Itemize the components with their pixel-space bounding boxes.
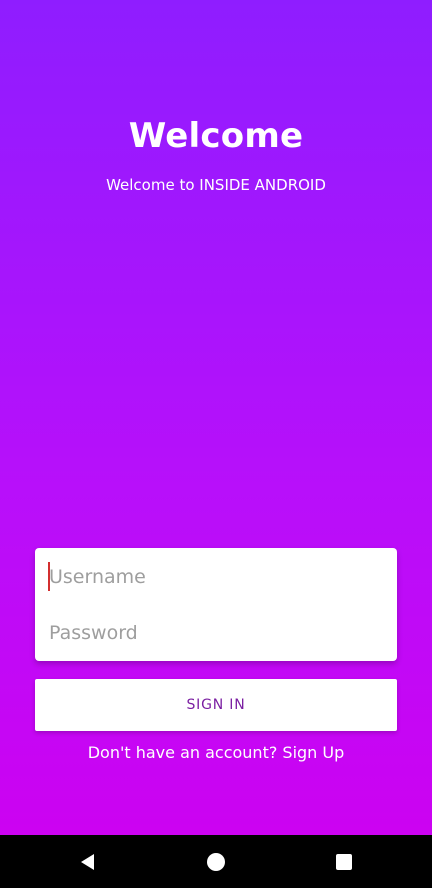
login-card <box>35 548 397 661</box>
system-navigation-bar <box>0 835 432 888</box>
home-circle-icon <box>207 852 225 871</box>
back-triangle-icon <box>81 853 94 870</box>
home-button[interactable] <box>186 835 246 888</box>
password-input[interactable] <box>49 613 385 653</box>
recents-button[interactable] <box>314 835 374 888</box>
username-input[interactable] <box>49 557 385 597</box>
back-button[interactable] <box>58 835 118 888</box>
login-screen: Welcome Welcome to INSIDE ANDROID SIGN I… <box>0 0 432 888</box>
recents-square-icon <box>336 853 352 870</box>
sign-in-button[interactable]: SIGN IN <box>35 679 397 731</box>
welcome-subtitle: Welcome to INSIDE ANDROID <box>106 176 326 194</box>
sign-up-link[interactable]: Don't have an account? Sign Up <box>0 741 432 765</box>
welcome-title: Welcome <box>128 116 304 156</box>
